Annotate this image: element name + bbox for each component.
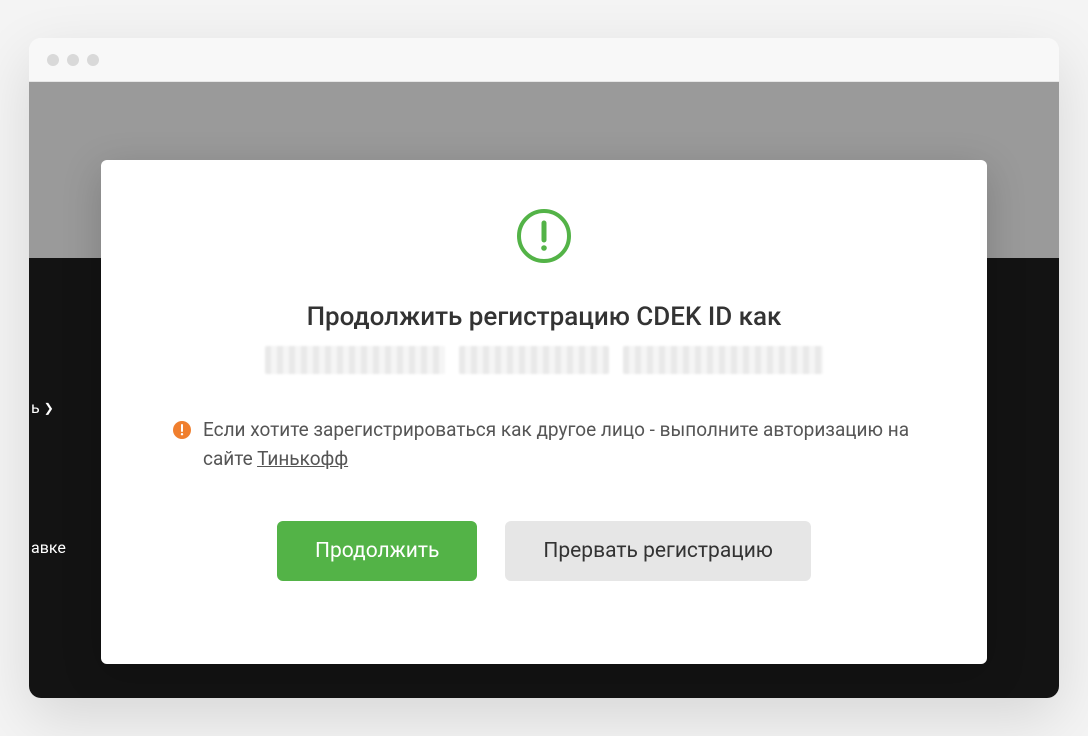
dialog-actions: Продолжить Прервать регистрацию: [277, 521, 811, 581]
dialog-note-text: Если хотите зарегистрироваться как друго…: [203, 416, 915, 473]
redacted-segment: [265, 346, 445, 374]
dialog-title: Продолжить регистрацию CDEK ID как: [307, 302, 782, 332]
dialog-note: Если хотите зарегистрироваться как друго…: [165, 416, 923, 473]
tinkoff-link[interactable]: Тинькофф: [257, 447, 348, 470]
background-text: ь: [31, 398, 40, 417]
redacted-segment: [459, 346, 609, 374]
window-control-zoom[interactable]: [87, 54, 99, 66]
registration-dialog: Продолжить регистрацию CDEK ID как Если …: [101, 160, 987, 664]
cancel-registration-button[interactable]: Прервать регистрацию: [505, 521, 811, 581]
background-text-fragment: ь ❯: [31, 398, 54, 417]
header-bar-upper: [29, 82, 1059, 126]
window-control-minimize[interactable]: [67, 54, 79, 66]
chevron-right-icon: ❯: [44, 401, 54, 415]
window-control-close[interactable]: [47, 54, 59, 66]
browser-window: ь ❯ авке Продолжить регистрацию CDEK ID …: [29, 38, 1059, 698]
redacted-name-row: [265, 346, 823, 374]
window-titlebar: [29, 38, 1059, 82]
continue-button[interactable]: Продолжить: [277, 521, 477, 581]
redacted-segment: [623, 346, 823, 374]
exclamation-circle-icon: [516, 208, 572, 264]
warning-icon: [173, 421, 191, 439]
background-text-fragment: авке: [31, 538, 66, 557]
background-text: авке: [31, 538, 66, 557]
